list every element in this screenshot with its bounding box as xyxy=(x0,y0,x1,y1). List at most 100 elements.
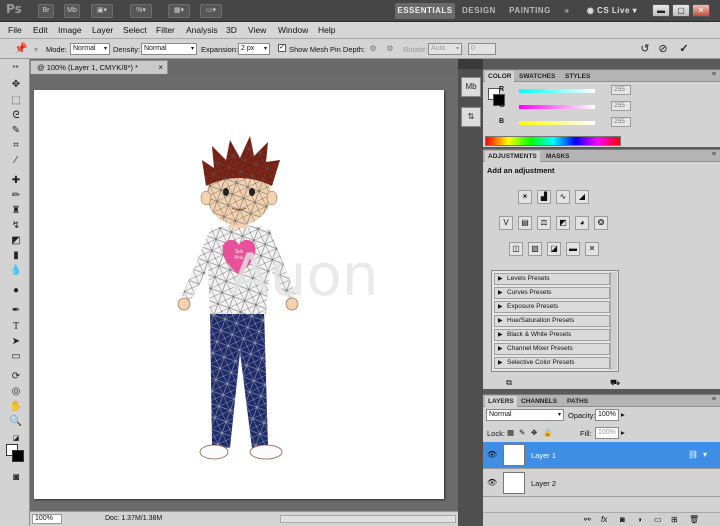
cs-live-button[interactable]: ◉ CS Live ▾ xyxy=(583,3,641,19)
crop-tool-icon[interactable]: ⌗ xyxy=(9,140,23,152)
slider-red[interactable]: R 255 xyxy=(499,85,631,96)
workspace-painting[interactable]: PAINTING xyxy=(505,3,555,19)
slider-red-value[interactable]: 255 xyxy=(611,85,631,95)
opacity-input[interactable]: 100% xyxy=(595,409,619,421)
preset-hue-saturation[interactable]: ▶ Hue/Saturation Presets xyxy=(494,315,610,327)
bridge-button[interactable]: Br xyxy=(38,4,54,18)
blend-mode-select[interactable]: Normal ▾ xyxy=(486,409,564,421)
lasso-tool-icon[interactable]: ᘓ xyxy=(9,110,23,122)
zoom-level-button[interactable]: %▾ xyxy=(130,4,152,18)
menu-layer[interactable]: Layer xyxy=(92,25,113,35)
preset-selective-color[interactable]: ▶ Selective Color Presets xyxy=(494,357,610,369)
scroll-arrow-icon[interactable]: ▾ xyxy=(703,450,707,459)
trash-icon[interactable]: 🗑 xyxy=(689,515,699,524)
preset-curves[interactable]: ▶ Curves Presets xyxy=(494,287,610,299)
lock-all-icon[interactable]: 🔒 xyxy=(543,428,552,437)
invert-icon[interactable]: ◫ xyxy=(509,242,523,256)
remove-all-pins-icon[interactable]: ↺ xyxy=(638,42,652,56)
type-tool-icon[interactable]: T xyxy=(9,321,23,333)
lock-position-icon[interactable]: ✥ xyxy=(531,428,537,437)
link-icon[interactable]: ⚯ xyxy=(584,515,591,524)
tab-color[interactable]: COLOR xyxy=(485,71,515,82)
lock-pixels-icon[interactable]: ✎ xyxy=(519,428,525,437)
more-workspaces-button[interactable]: » xyxy=(560,3,574,19)
threshold-icon[interactable]: ◪ xyxy=(547,242,561,256)
color-spectrum-ramp[interactable] xyxy=(485,136,621,146)
slider-green-track[interactable] xyxy=(519,105,595,109)
blur-tool-icon[interactable]: 💧 xyxy=(9,265,23,277)
background-color-swatch[interactable] xyxy=(12,450,24,462)
fill-chevron-icon[interactable]: ▸ xyxy=(621,428,625,437)
selective-color-icon[interactable]: ✕ xyxy=(585,242,599,256)
curves-icon[interactable]: ∿ xyxy=(556,190,570,204)
slider-blue-track[interactable] xyxy=(519,121,595,125)
layer-row-layer-1[interactable]: 👁 Layer 1 ⛓ ▾ xyxy=(483,442,720,469)
panel-menu-icon[interactable]: ≡ xyxy=(712,396,716,403)
opacity-chevron-icon[interactable]: ▸ xyxy=(621,410,625,419)
folder-icon[interactable]: ▭ xyxy=(654,515,662,524)
mode-select[interactable]: Normal ▾ xyxy=(70,43,110,55)
slider-green[interactable]: G 255 xyxy=(499,101,631,112)
marquee-tool-icon[interactable]: ⬚ xyxy=(9,95,23,107)
3d-orbit-tool-icon[interactable]: ◎ xyxy=(9,386,23,398)
spot-healing-tool-icon[interactable]: ✚ xyxy=(9,175,23,187)
history-brush-tool-icon[interactable]: ↯ xyxy=(9,220,23,232)
visibility-eye-icon[interactable]: 👁 xyxy=(487,450,497,460)
rotate-angle-input[interactable]: 0 xyxy=(468,43,496,55)
hand-tool-icon[interactable]: ✋ xyxy=(9,401,23,413)
commit-icon[interactable]: ✓ xyxy=(677,42,691,56)
move-tool-icon[interactable]: ✥ xyxy=(9,79,23,91)
slider-blue[interactable]: B 255 xyxy=(499,117,631,128)
photo-filter-icon[interactable]: ◕ xyxy=(575,216,589,230)
screen-mode-button[interactable]: ▭▾ xyxy=(200,4,222,18)
clone-stamp-tool-icon[interactable]: ♜ xyxy=(9,205,23,217)
eyedropper-tool-icon[interactable]: ⁄ xyxy=(9,155,23,167)
lock-transparent-icon[interactable]: ▦ xyxy=(507,428,514,437)
close-icon[interactable]: × xyxy=(158,61,163,74)
posterize-icon[interactable]: ▨ xyxy=(528,242,542,256)
channel-mixer-icon[interactable]: ❂ xyxy=(594,216,608,230)
tab-masks[interactable]: MASKS xyxy=(543,151,572,162)
tab-adjustments[interactable]: ADJUSTMENTS xyxy=(485,151,540,162)
adjustment-icon[interactable]: ◑ xyxy=(637,515,642,524)
menu-edit[interactable]: Edit xyxy=(33,25,48,35)
preset-black-white[interactable]: ▶ Black & White Presets xyxy=(494,329,610,341)
eraser-tool-icon[interactable]: ◩ xyxy=(9,235,23,247)
quick-mask-icon[interactable]: ◙ xyxy=(9,472,23,484)
tab-layers[interactable]: LAYERS xyxy=(485,396,517,407)
color-balance-icon[interactable]: ⚖ xyxy=(537,216,551,230)
clip-to-layer-icon[interactable]: ⧉ xyxy=(503,379,515,389)
hue-saturation-icon[interactable]: ▤ xyxy=(518,216,532,230)
preset-options-icon[interactable]: ⛟ xyxy=(609,379,621,389)
layer-comps-panel-icon[interactable]: ⇅ xyxy=(461,107,481,127)
puppet-warp-tool-icon[interactable]: 📌 xyxy=(14,42,28,56)
document-tab[interactable]: @ 100% (Layer 1, CMYK/8*) * × xyxy=(30,60,168,74)
menu-select[interactable]: Select xyxy=(123,25,147,35)
arrange-documents-button[interactable]: ▦▾ xyxy=(168,4,190,18)
density-select[interactable]: Normal ▾ xyxy=(141,43,197,55)
visibility-eye-icon[interactable]: 👁 xyxy=(487,478,497,488)
menu-3d[interactable]: 3D xyxy=(226,25,237,35)
quick-selection-tool-icon[interactable]: ✎ xyxy=(9,125,23,137)
layer-name[interactable]: Layer 2 xyxy=(531,479,556,488)
zoom-field[interactable]: 100% xyxy=(32,514,62,524)
new-layer-icon[interactable]: ⊞ xyxy=(671,515,678,524)
path-selection-tool-icon[interactable]: ➤ xyxy=(9,336,23,348)
menu-analysis[interactable]: Analysis xyxy=(186,25,218,35)
slider-blue-value[interactable]: 255 xyxy=(611,117,631,127)
minimize-button[interactable]: ▬ xyxy=(652,4,670,17)
3d-rotate-tool-icon[interactable]: ⟳ xyxy=(9,371,23,383)
horizontal-scrollbar[interactable] xyxy=(280,515,456,523)
mini-bridge-panel-icon[interactable]: Mb xyxy=(461,77,481,97)
tab-channels[interactable]: CHANNELS xyxy=(518,396,560,407)
fx-icon[interactable]: fx xyxy=(601,515,607,524)
document-canvas[interactable]: Talk Pink Auon xyxy=(34,90,444,499)
tab-paths[interactable]: PATHS xyxy=(564,396,591,407)
expansion-input[interactable]: 2 px ▾ xyxy=(238,43,270,55)
pen-tool-icon[interactable]: ✒ xyxy=(9,305,23,317)
preset-levels[interactable]: ▶ Levels Presets xyxy=(494,273,610,285)
preset-exposure[interactable]: ▶ Exposure Presets xyxy=(494,301,610,313)
show-mesh-checkbox[interactable]: ✓ xyxy=(278,44,286,52)
fill-input[interactable]: 100% xyxy=(595,427,619,439)
tab-styles[interactable]: STYLES xyxy=(562,71,593,82)
